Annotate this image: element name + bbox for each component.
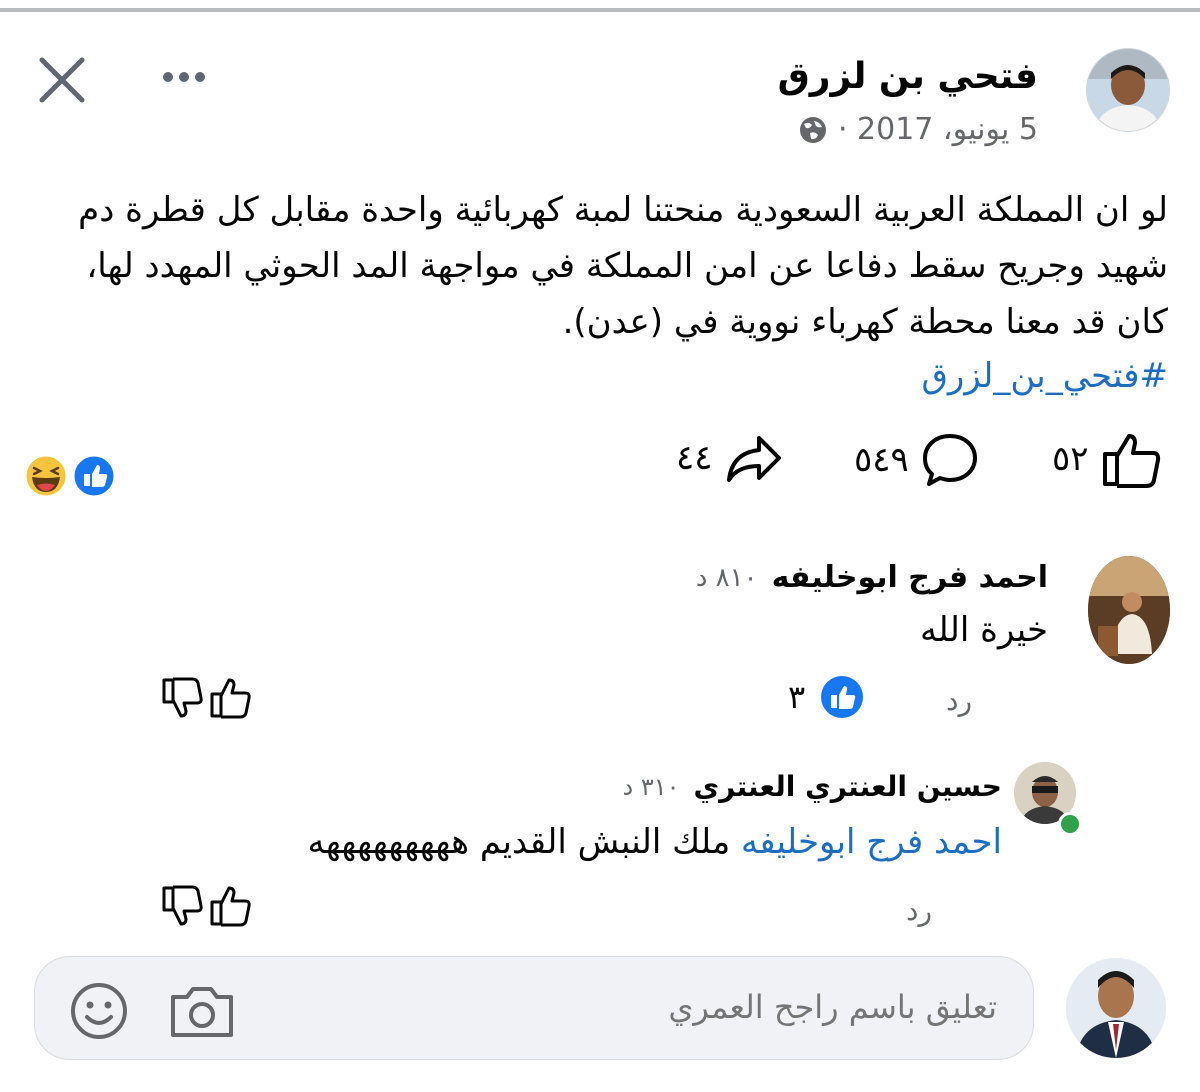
- upvote-icon[interactable]: [208, 884, 252, 928]
- like-button[interactable]: ٥٢: [1052, 430, 1163, 488]
- comment-input[interactable]: [375, 987, 999, 1027]
- current-user-avatar[interactable]: [1066, 958, 1166, 1058]
- commenter-avatar[interactable]: [1088, 556, 1170, 664]
- like-count: ٥٢: [1052, 439, 1089, 479]
- close-icon[interactable]: [34, 52, 90, 108]
- emoji-icon[interactable]: [69, 981, 129, 1041]
- reply-button[interactable]: رد: [946, 684, 972, 717]
- online-status-dot: [1058, 812, 1082, 836]
- more-options-icon[interactable]: [160, 62, 208, 92]
- share-button[interactable]: ٤٤: [676, 432, 783, 484]
- reply-text: ملك النبش القديم هههههههههه: [307, 822, 731, 862]
- status-bar-divider: [0, 0, 1200, 12]
- post-date[interactable]: 5 يونيو، 2017 ·: [838, 112, 1038, 147]
- reply-author-name[interactable]: حسين العنتري العنتري: [693, 770, 1002, 803]
- post-body-text: لو ان المملكة العربية السعودية منحتنا لم…: [78, 190, 1168, 342]
- downvote-icon[interactable]: [160, 884, 204, 928]
- comment-time: ٨١٠ د: [695, 562, 758, 593]
- globe-icon: [799, 116, 826, 143]
- camera-icon[interactable]: [167, 981, 237, 1041]
- comment-author-name[interactable]: احمد فرج ابوخليفه: [772, 560, 1048, 595]
- comment-button[interactable]: ٥٤٩: [854, 432, 979, 488]
- comment-author-row: احمد فرج ابوخليفه ٨١٠ د: [696, 560, 1048, 595]
- like-icon: [71, 453, 117, 499]
- comment-bubble-icon: [922, 434, 977, 486]
- post-author-name[interactable]: فتحي بن لزرق: [778, 56, 1038, 97]
- reply-vote-controls: [160, 884, 252, 928]
- reply-text-row: احمد فرج ابوخليفه ملك النبش القديم ههههه…: [308, 822, 1003, 862]
- comment-composer: [34, 956, 1034, 1060]
- comment-vote-controls: [160, 676, 252, 720]
- reply-time: ٣١٠ د: [622, 772, 680, 801]
- comment-reaction-number: ٣: [788, 678, 806, 716]
- upvote-icon[interactable]: [208, 676, 252, 720]
- share-count: ٤٤: [676, 438, 713, 478]
- comment-text: خيرة الله: [920, 610, 1048, 650]
- mention-link[interactable]: احمد فرج ابوخليفه: [741, 822, 1002, 862]
- author-avatar[interactable]: [1086, 48, 1170, 132]
- thumbs-up-icon: [1102, 434, 1160, 488]
- comment-count: ٥٤٩: [854, 440, 909, 480]
- comment-reaction-count[interactable]: ٣: [788, 674, 865, 720]
- post-hashtag-link[interactable]: #فتحي_بن_لزرق: [921, 356, 1168, 396]
- laugh-icon: [23, 453, 69, 499]
- reply-author-row: حسين العنتري العنتري ٣١٠ د: [622, 770, 1002, 803]
- like-icon: [821, 676, 864, 718]
- share-arrow-icon: [726, 436, 781, 482]
- reaction-summary[interactable]: [22, 452, 118, 500]
- reply-button[interactable]: رد: [906, 894, 932, 927]
- post-meta: 5 يونيو، 2017 ·: [798, 112, 1038, 147]
- downvote-icon[interactable]: [160, 676, 204, 720]
